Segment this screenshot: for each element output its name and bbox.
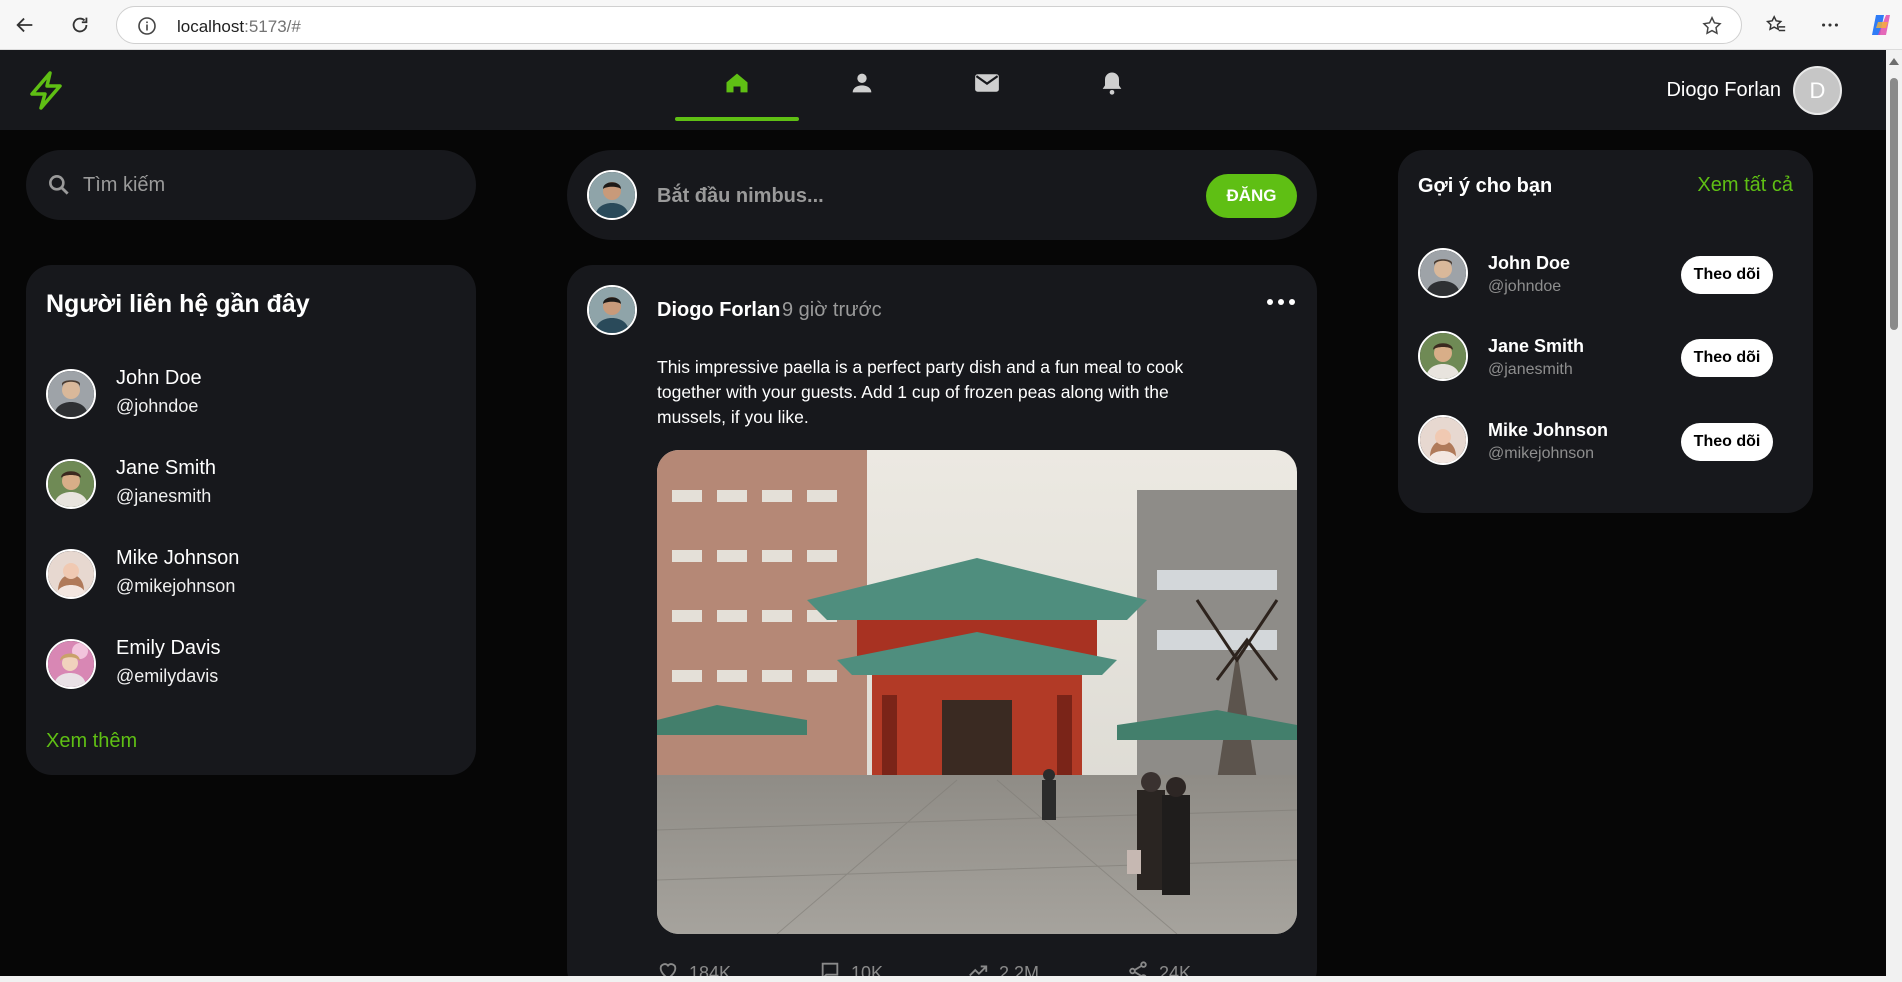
like-count: 184K bbox=[689, 963, 732, 976]
page-scrollbar[interactable] bbox=[1886, 50, 1902, 976]
post-composer: Bắt đầu nimbus... ĐĂNG bbox=[567, 150, 1317, 240]
home-icon bbox=[723, 69, 751, 102]
favorites-icon[interactable] bbox=[1761, 10, 1791, 40]
follow-button[interactable]: Theo dõi bbox=[1681, 256, 1773, 294]
search-input[interactable]: Tìm kiếm bbox=[83, 174, 165, 197]
suggestion-name[interactable]: Jane Smith bbox=[1488, 336, 1584, 357]
suggestion-item: Jane Smith @janesmith Theo dõi bbox=[1418, 331, 1798, 387]
comment-count: 10K bbox=[851, 963, 884, 976]
post-menu-icon[interactable] bbox=[1267, 292, 1295, 312]
suggestion-item: John Doe @johndoe Theo dõi bbox=[1418, 248, 1798, 304]
nav-messages[interactable] bbox=[925, 50, 1049, 120]
reload-icon[interactable] bbox=[65, 10, 95, 40]
suggestion-handle: @johndoe bbox=[1488, 278, 1562, 295]
contact-item[interactable]: Mike Johnson @mikejohnson bbox=[46, 545, 446, 605]
contact-handle: @emilydavis bbox=[116, 666, 219, 686]
comment-button[interactable]: 10K bbox=[819, 960, 883, 976]
post-author[interactable]: Diogo Forlan bbox=[657, 299, 780, 322]
views-indicator: 2.2M bbox=[967, 960, 1039, 976]
app-root: Diogo Forlan D Tìm kiếm Người liên hệ gầ… bbox=[0, 50, 1886, 976]
site-info-icon[interactable] bbox=[137, 16, 157, 41]
post-stats: 184K 10K 2.2M 24K bbox=[657, 960, 1217, 976]
suggestions-panel: Gợi ý cho bạn Xem tất cả John Doe @johnd… bbox=[1398, 150, 1813, 513]
person-icon bbox=[848, 69, 876, 102]
recent-contacts-title: Người liên hệ gần đây bbox=[46, 290, 310, 318]
back-icon[interactable] bbox=[10, 10, 40, 40]
post-text: This impressive paella is a perfect part… bbox=[657, 357, 1184, 427]
logo-bolt-icon[interactable] bbox=[26, 70, 66, 115]
suggestion-handle: @janesmith bbox=[1488, 361, 1573, 378]
nav-home[interactable] bbox=[675, 50, 799, 121]
see-more-link[interactable]: Xem thêm bbox=[46, 730, 137, 753]
nav-profile[interactable] bbox=[800, 50, 924, 120]
favorite-star-icon[interactable] bbox=[1701, 15, 1723, 42]
avatar bbox=[46, 369, 96, 419]
contact-name: Jane Smith bbox=[116, 457, 217, 479]
bell-icon bbox=[1098, 69, 1126, 102]
scrollbar-thumb[interactable] bbox=[1890, 78, 1898, 330]
composer-input[interactable]: Bắt đầu nimbus... bbox=[657, 185, 824, 208]
top-navigation: Diogo Forlan D bbox=[0, 50, 1886, 130]
contact-item[interactable]: Emily Davis @emilydavis bbox=[46, 635, 446, 695]
mail-icon bbox=[972, 68, 1002, 103]
post-button[interactable]: ĐĂNG bbox=[1206, 174, 1297, 218]
post-time: 9 giờ trước bbox=[782, 299, 882, 321]
contact-handle: @mikejohnson bbox=[116, 576, 236, 596]
search-icon bbox=[46, 172, 72, 203]
avatar bbox=[46, 549, 96, 599]
current-user-avatar[interactable]: D bbox=[1793, 66, 1842, 115]
contact-handle: @johndoe bbox=[116, 396, 199, 416]
share-count: 24K bbox=[1159, 963, 1192, 976]
post-card: Diogo Forlan 9 giờ trước This impressive… bbox=[567, 265, 1317, 976]
suggestion-item: Mike Johnson @mikejohnson Theo dõi bbox=[1418, 415, 1798, 471]
address-bar[interactable]: localhost:5173/# bbox=[116, 6, 1742, 44]
current-user-name[interactable]: Diogo Forlan bbox=[1666, 79, 1781, 102]
copilot-icon[interactable] bbox=[1866, 10, 1896, 40]
suggestion-name[interactable]: Mike Johnson bbox=[1488, 420, 1608, 441]
contact-item[interactable]: Jane Smith @janesmith bbox=[46, 455, 446, 515]
search-box[interactable]: Tìm kiếm bbox=[26, 150, 476, 220]
avatar bbox=[46, 639, 96, 689]
share-icon bbox=[1127, 960, 1149, 976]
share-button[interactable]: 24K bbox=[1127, 960, 1191, 976]
more-options-icon[interactable] bbox=[1815, 10, 1845, 40]
post-image[interactable] bbox=[657, 450, 1297, 934]
heart-icon bbox=[657, 960, 679, 976]
contact-handle: @janesmith bbox=[116, 486, 212, 506]
trending-icon bbox=[967, 960, 989, 976]
avatar[interactable] bbox=[587, 285, 637, 335]
contact-name: John Doe bbox=[116, 367, 202, 389]
scroll-up-arrow-icon[interactable] bbox=[1889, 58, 1899, 65]
comment-icon bbox=[819, 960, 841, 976]
nav-notifications[interactable] bbox=[1050, 50, 1174, 120]
see-all-link[interactable]: Xem tất cả bbox=[1697, 174, 1793, 197]
avatar[interactable] bbox=[1418, 415, 1468, 465]
contact-item[interactable]: John Doe @johndoe bbox=[46, 365, 446, 425]
avatar bbox=[46, 459, 96, 509]
contact-name: Emily Davis bbox=[116, 637, 221, 659]
avatar bbox=[587, 170, 637, 220]
contact-name: Mike Johnson bbox=[116, 547, 240, 569]
suggestion-handle: @mikejohnson bbox=[1488, 445, 1595, 462]
follow-button[interactable]: Theo dõi bbox=[1681, 423, 1773, 461]
avatar[interactable] bbox=[1418, 331, 1468, 381]
url-text: localhost:5173/# bbox=[177, 17, 301, 36]
recent-contacts-panel: Người liên hệ gần đây John Doe @johndoe … bbox=[26, 265, 476, 775]
view-count: 2.2M bbox=[999, 963, 1040, 976]
avatar[interactable] bbox=[1418, 248, 1468, 298]
browser-toolbar: localhost:5173/# bbox=[0, 0, 1902, 50]
suggestions-title: Gợi ý cho bạn bbox=[1418, 175, 1553, 197]
suggestion-name[interactable]: John Doe bbox=[1488, 253, 1570, 274]
follow-button[interactable]: Theo dõi bbox=[1681, 339, 1773, 377]
like-button[interactable]: 184K bbox=[657, 960, 731, 976]
horizontal-scroll-track bbox=[0, 976, 1902, 982]
